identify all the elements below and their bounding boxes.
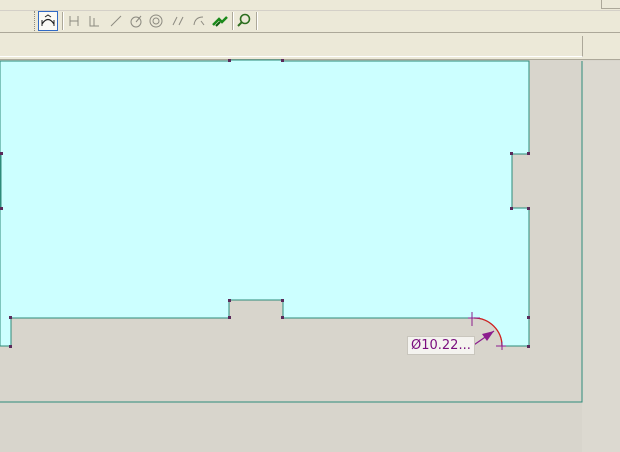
vertex[interactable] — [510, 152, 513, 155]
sketch-canvas[interactable] — [0, 0, 620, 452]
canvas-margin — [582, 61, 620, 452]
vertex[interactable] — [527, 316, 530, 319]
diameter-dimension-label[interactable]: Ø10.22... — [407, 336, 475, 355]
vertex[interactable] — [9, 316, 12, 319]
vertex[interactable] — [281, 59, 284, 62]
vertex[interactable] — [0, 152, 3, 155]
part-face[interactable] — [0, 59, 530, 347]
dimension-arrowhead — [482, 331, 494, 341]
vertex[interactable] — [228, 299, 231, 302]
vertex[interactable] — [527, 345, 530, 348]
vertex[interactable] — [527, 152, 530, 155]
vertex[interactable] — [510, 207, 513, 210]
vertex[interactable] — [527, 207, 530, 210]
vertex[interactable] — [9, 345, 12, 348]
vertex[interactable] — [0, 207, 3, 210]
vertex[interactable] — [228, 59, 231, 62]
vertex[interactable] — [281, 299, 284, 302]
vertex[interactable] — [281, 316, 284, 319]
vertex[interactable] — [228, 316, 231, 319]
